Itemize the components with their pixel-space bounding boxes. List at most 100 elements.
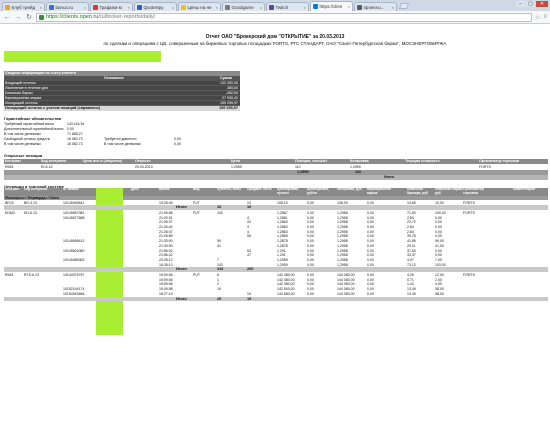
trade-cell-rub: 0,00 [307,273,314,277]
positions-column-header: Цена исп-я (опционы) [83,159,123,163]
reload-icon[interactable]: ↻ [25,13,33,21]
trades-total-label: Итого [176,267,187,272]
trade-cell-price: 1,291 [277,248,286,253]
trade-cell-bought: 2 [217,282,219,287]
positions-column-header: Цена [231,159,240,163]
browser-tab[interactable]: Графики м × [90,2,133,11]
trade-cell-vm: 0,00 [367,287,374,292]
trade-cell-quote: 1,2958 [337,248,348,253]
close-tab-icon[interactable]: × [172,5,174,10]
browser-tab[interactable]: Goodgame × [222,2,265,11]
trade-cell-bought: 1 [217,277,219,282]
trade-cell-time: 19:09:06 [159,273,173,277]
trade-cell-time: 21:56:02 [159,248,173,253]
browser-tab[interactable]: https://clien × [310,1,353,11]
trade-cell-price: 1,2959 [277,257,288,262]
trade-cell-exch: 12,00 [435,273,444,277]
close-tab-icon[interactable]: × [128,5,130,10]
trade-cell-order: 10149499641 [63,200,85,205]
trade-cell-bought: 59 [217,239,221,244]
close-window-icon[interactable]: ✕ [536,1,548,7]
trade-cell-broker: 13,49 [407,291,416,296]
trade-cell-time: 21:56:22 [159,253,173,258]
tab-label: Twitch [275,4,289,10]
trade-cell-quote: 1,2958 [337,262,348,267]
trade-contract: EDM3 [5,210,15,215]
trade-cell-venue: FORTS [463,200,475,205]
trade-cell-sold: 10 [247,200,251,205]
trades-column-header: Цена/премия, рубли [307,188,330,195]
trades-column-header: Комиссия биржи, руб [435,188,464,195]
report-title: Отчет ОАО "Брокерский дом "ОТКРЫТИЕ" за … [205,34,345,40]
tab-label: Цены на не [187,4,212,10]
address-bar[interactable]: https://clients.open.ru/ru/broker-report… [36,12,533,22]
summary-line-value: 385,00 [227,86,238,90]
close-tab-icon[interactable]: × [348,4,350,9]
trade-cell-rub: 0,00 [307,287,314,292]
guarantee-extra-value: 0,00 [174,137,181,141]
guarantee-extra-value: 0,00 [174,142,181,146]
back-arrow-icon[interactable]: ← [3,13,11,21]
new-tab-button[interactable] [398,3,410,9]
trade-cell-rub: 0,00 [307,200,314,205]
trade-cell-exch: 7,00 [435,257,442,262]
maximize-icon[interactable]: ▢ [526,1,535,7]
minimize-icon[interactable]: – [516,1,525,7]
trade-cell-broker: 10,65 [407,200,416,205]
trades-group-total: Итого 29 19 [4,296,548,301]
trade-cell-bought: 41 [217,243,221,248]
guarantee-value: 16 082,73 [67,137,83,141]
summary-line-label: Комиссия биржи [5,91,33,95]
favicon-icon [49,4,54,10]
positions-column-header: Код контракта [41,159,67,163]
trade-cell-time: 21:33:00 [159,243,173,248]
trade-cell-broker: 2,84 [407,229,414,234]
tab-label: проекты... [363,4,385,10]
browser-tab[interactable]: banca.ru × [46,2,89,11]
trades-column-header: Цена/премия, пункты [277,188,300,195]
trade-cell-rub: 0,00 [307,253,314,258]
position-cell: 1,2959 [350,165,361,169]
close-tab-icon[interactable]: × [84,5,86,10]
favicon-icon [181,4,186,10]
trade-cell-time: 15:09:08 [159,287,173,292]
trade-cell-kind: FUT [193,210,200,215]
close-tab-icon[interactable]: × [260,5,262,10]
trades-column-header: Котировка, руб [337,188,362,191]
trade-cell-quote: 144 080,00 [337,287,355,292]
trade-cell-broker: 39,76 [407,234,416,239]
trade-cell-time: 21:26:55 [159,234,173,239]
guarantee-line: В том числе денежных 16 082,73 В том числе… [4,142,244,147]
positions-total-row: Итого [4,175,548,180]
browser-tab[interactable]: Twitch × [266,2,309,11]
trade-cell-order: 10149557081 [63,210,85,215]
redacted-block [4,51,161,62]
browser-tab[interactable]: Цены на не × [178,2,221,11]
close-tab-icon[interactable]: × [216,5,218,10]
trade-cell-exch: 38,00 [435,291,444,296]
guarantee-extra-label: В том числе денежных [104,142,142,146]
forward-arrow-icon[interactable]: → [14,13,22,21]
positions-column-header: Текущая стоимость [405,159,440,163]
trade-cell-vm: 0,00 [367,200,374,205]
trade-cell-rub: 0,00 [307,210,314,215]
trade-cell-broker: 4,26 [407,273,414,277]
browser-tab[interactable]: QuoteSpy × [134,2,177,11]
trade-cell-exch: 0,00 [435,215,442,220]
trade-cell-kind: FUT [193,200,200,205]
trade-cell-bought: 103 [217,262,223,267]
trade-cell-time: 20:28:12 [159,257,173,262]
bookmark-star-icon[interactable]: ☆ [535,14,540,21]
close-tab-icon[interactable]: × [392,5,394,10]
browser-tab[interactable]: Клуб трейд × [2,2,45,11]
browser-tab[interactable]: проекты... × [354,2,397,11]
close-tab-icon[interactable]: × [40,5,42,10]
trades-group-row: Фьючерсы / Форварды / Своп [4,196,548,200]
favicon-icon [357,4,362,10]
positions-column-header: Позиция, лоты/шт [295,159,328,163]
trade-cell-vm: 0,00 [367,277,374,282]
menu-icon[interactable]: ≡ [543,14,547,20]
close-tab-icon[interactable]: × [304,5,306,10]
trade-cell-time: 10:28:49 [159,200,173,205]
trade-cell-sold: 53 [247,248,251,253]
